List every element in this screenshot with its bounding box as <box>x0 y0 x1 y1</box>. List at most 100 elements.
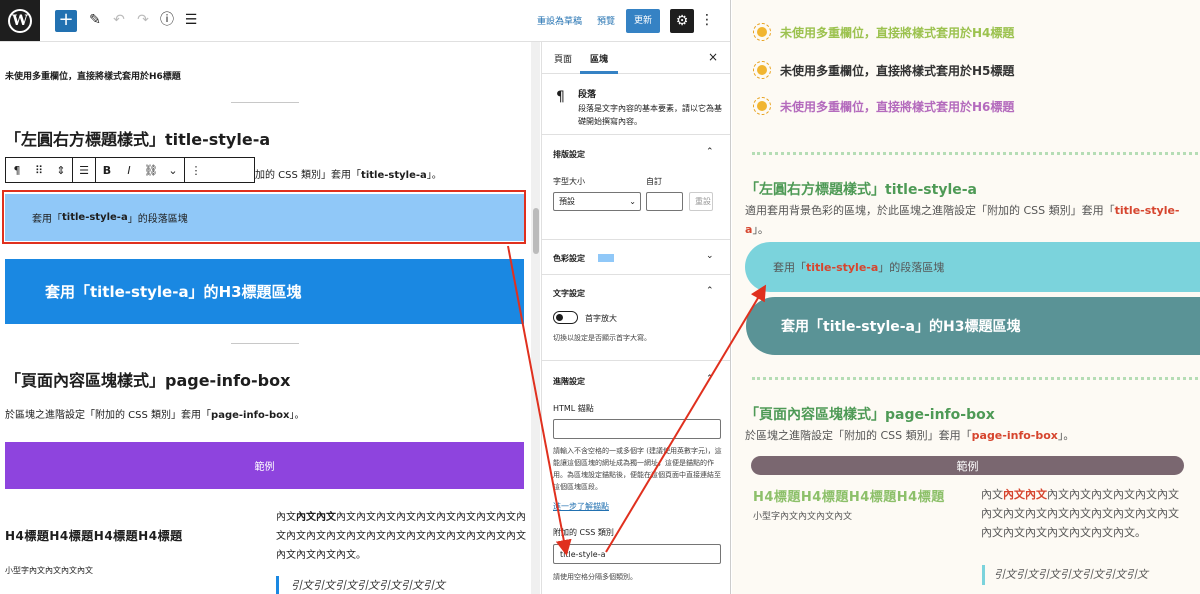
paragraph-icon[interactable]: ¶ <box>6 158 28 182</box>
h3-block[interactable]: 套用「title-style-a」的H3標題區塊 <box>5 259 524 324</box>
small-text[interactable]: 小型字內文內文內文內文 <box>5 565 93 576</box>
desc-text-end: 」。 <box>1057 429 1075 442</box>
advanced-panel: 進階設定 ⌃ HTML 錨點 請輸入不含空格的一或多個字 (建議使用英數字元)，… <box>542 362 730 594</box>
font-size-value: 預設 <box>559 197 575 206</box>
preview-body-column: 內文內文內文內文內文內文內文內文內文內文內文內文內文內文內文內文內文內文內文內文… <box>981 485 1181 542</box>
dropcap-toggle[interactable] <box>553 311 578 324</box>
css-class-input[interactable]: title-style-a <box>553 544 721 564</box>
preview-button[interactable]: 預覽 <box>597 14 615 27</box>
active-tab-indicator <box>580 71 618 74</box>
h4-heading[interactable]: H4標題H4標題H4標題H4標題 <box>5 527 183 544</box>
desc-text-end: 」。 <box>289 410 305 421</box>
preview-h4-heading: H4標題H4標題H4標題H4標題 <box>753 490 945 505</box>
block-toolbar: ¶ ⠿ ⇕ ☰ B I ⛓ ⌄ ⋮ <box>5 157 255 183</box>
color-title[interactable]: 色彩設定 <box>553 253 585 264</box>
font-size-label: 字型大小 <box>553 177 585 186</box>
tab-block[interactable]: 區塊 <box>590 52 608 65</box>
add-block-button[interactable]: + <box>55 10 77 32</box>
close-icon[interactable]: × <box>708 50 718 64</box>
sun-icon <box>752 22 772 42</box>
chevron-down-icon[interactable]: ⌄ <box>162 158 184 182</box>
drag-handle-icon[interactable]: ⠿ <box>28 158 50 182</box>
font-size-select[interactable]: 預設 ⌄ <box>553 192 641 211</box>
align-icon[interactable]: ☰ <box>73 158 95 182</box>
preview-example-badge: 範例 <box>751 456 1184 475</box>
anchor-label: HTML 錨點 <box>553 404 594 413</box>
preview-section-b-title: 「頁面內容區塊樣式」page-info-box <box>745 407 995 423</box>
col-bold: 內文內文 <box>296 512 336 523</box>
options-more-icon[interactable]: ⋮ <box>700 12 714 28</box>
edit-icon[interactable]: ✎ <box>86 11 104 29</box>
h4-line-text: 未使用多重欄位，直接將樣式套用於H4標題 <box>780 25 1015 40</box>
quote-block[interactable]: 引文引文引文引文引文引文引文 <box>276 576 445 594</box>
chevron-up-icon[interactable]: ⌃ <box>706 286 714 296</box>
learn-more-link[interactable]: 進一步了解錨點 <box>553 501 609 512</box>
h5-line-text: 未使用多重欄位，直接將樣式套用於H5標題 <box>780 63 1015 78</box>
section-a-desc[interactable]: 加的 CSS 類別」套用「title-style-a」。 <box>255 166 442 181</box>
h6-heading[interactable]: 未使用多重欄位，直接將樣式套用於H6標題 <box>5 69 181 82</box>
section-b-desc[interactable]: 於區塊之進階設定「附加的 CSS 類別」套用「page-info-box」。 <box>5 406 304 421</box>
scroll-thumb[interactable] <box>533 208 539 254</box>
sun-icon <box>752 60 772 80</box>
chevron-down-icon[interactable]: ⌄ <box>706 251 714 261</box>
body-column[interactable]: 內文內文內文內文內文內文內文內文內文內文內文內文內文內文內文內文內文內文內文內文… <box>276 508 526 565</box>
css-class-help: 請使用空格分隔多個類別。 <box>553 573 637 581</box>
advanced-title[interactable]: 進階設定 <box>553 376 585 387</box>
preview-section-a-desc: 適用套用背景色彩的區塊，於此區塊之進階設定「附加的 CSS 類別」套用「titl… <box>745 201 1193 239</box>
example-button[interactable]: 範例 <box>5 442 524 489</box>
italic-button[interactable]: I <box>118 158 140 182</box>
sun-icon <box>752 96 772 116</box>
pill-text-end: 」的段落區塊 <box>878 261 945 274</box>
info-icon[interactable]: ⓘ <box>158 11 176 29</box>
desc-text: 於區塊之進階設定「附加的 CSS 類別」套用「 <box>745 429 972 442</box>
link-icon[interactable]: ⛓ <box>140 158 162 182</box>
redo-icon[interactable]: ↷ <box>134 11 152 29</box>
typography-title[interactable]: 排版設定 <box>553 149 585 160</box>
wordpress-logo[interactable]: W <box>0 0 40 41</box>
separator <box>231 343 299 344</box>
preview-small-text: 小型字內文內文內文內文 <box>753 512 853 522</box>
update-button[interactable]: 更新 <box>626 9 660 33</box>
dropcap-label: 首字放大 <box>585 314 617 323</box>
typography-panel: 排版設定 ⌃ 字型大小 自訂 預設 ⌄ 重設 <box>542 136 730 240</box>
desc-text: 於區塊之進階設定「附加的 CSS 類別」套用「 <box>5 410 212 421</box>
editor-topbar: W + ✎ ↶ ↷ ⓘ ☰ 重設為草稿 預覽 更新 ⚙ ⋮ <box>0 0 730 42</box>
desc-text-end: 」。 <box>426 170 442 181</box>
switch-to-draft-button[interactable]: 重設為草稿 <box>537 14 582 27</box>
canvas-scrollbar[interactable] <box>531 42 540 594</box>
block-editor: W + ✎ ↶ ↷ ⓘ ☰ 重設為草稿 預覽 更新 ⚙ ⋮ 未使用多重欄位，直接… <box>0 0 731 594</box>
preview-quote: 引文引文引文引文引文引文引文 <box>982 565 1148 585</box>
color-panel: 色彩設定 ⌄ <box>542 241 730 275</box>
more-options-icon[interactable]: ⋮ <box>185 158 207 182</box>
preview-h4-line: 未使用多重欄位，直接將樣式套用於H4標題 <box>752 22 1014 42</box>
reset-button[interactable]: 重設 <box>689 192 713 211</box>
text-settings-title[interactable]: 文字設定 <box>553 288 585 299</box>
chevron-up-icon[interactable]: ⌃ <box>706 374 714 384</box>
preview-h5-line: 未使用多重欄位，直接將樣式套用於H5標題 <box>752 60 1014 80</box>
dotted-divider <box>752 152 1198 155</box>
col-text: 內文 <box>981 488 1003 501</box>
color-swatch[interactable] <box>598 254 614 262</box>
section-a-title[interactable]: 「左圓右方標題樣式」title-style-a <box>5 126 270 150</box>
bold-button[interactable]: B <box>96 158 118 182</box>
text-settings-panel: 文字設定 ⌃ 首字放大 切換以設定是否顯示首字大寫。 <box>542 276 730 361</box>
desc-code: title-style-a <box>361 170 427 181</box>
h6-line-text: 未使用多重欄位，直接將樣式套用於H6標題 <box>780 99 1015 114</box>
dotted-divider <box>752 377 1198 380</box>
undo-icon[interactable]: ↶ <box>110 11 128 29</box>
chevron-up-icon[interactable]: ⌃ <box>706 147 714 157</box>
list-view-icon[interactable]: ☰ <box>182 11 200 29</box>
sidebar-tabs: 頁面 區塊 × <box>542 42 730 74</box>
col-text: 內文 <box>276 512 296 523</box>
editor-canvas: 未使用多重欄位，直接將樣式套用於H6標題 「左圓右方標題樣式」title-sty… <box>0 42 540 594</box>
tab-page[interactable]: 頁面 <box>554 52 572 65</box>
chevron-down-icon: ⌄ <box>629 197 636 206</box>
section-b-title[interactable]: 「頁面內容區塊樣式」page-info-box <box>5 367 290 391</box>
settings-gear-icon[interactable]: ⚙ <box>670 9 694 33</box>
preview-h6-line: 未使用多重欄位，直接將樣式套用於H6標題 <box>752 96 1014 116</box>
preview-h3-block: 套用「title-style-a」的H3標題區塊 <box>746 297 1200 355</box>
custom-size-input[interactable] <box>646 192 683 211</box>
pill-text: 套用「 <box>773 261 806 274</box>
anchor-input[interactable] <box>553 419 721 439</box>
move-updown-icon[interactable]: ⇕ <box>50 158 72 182</box>
